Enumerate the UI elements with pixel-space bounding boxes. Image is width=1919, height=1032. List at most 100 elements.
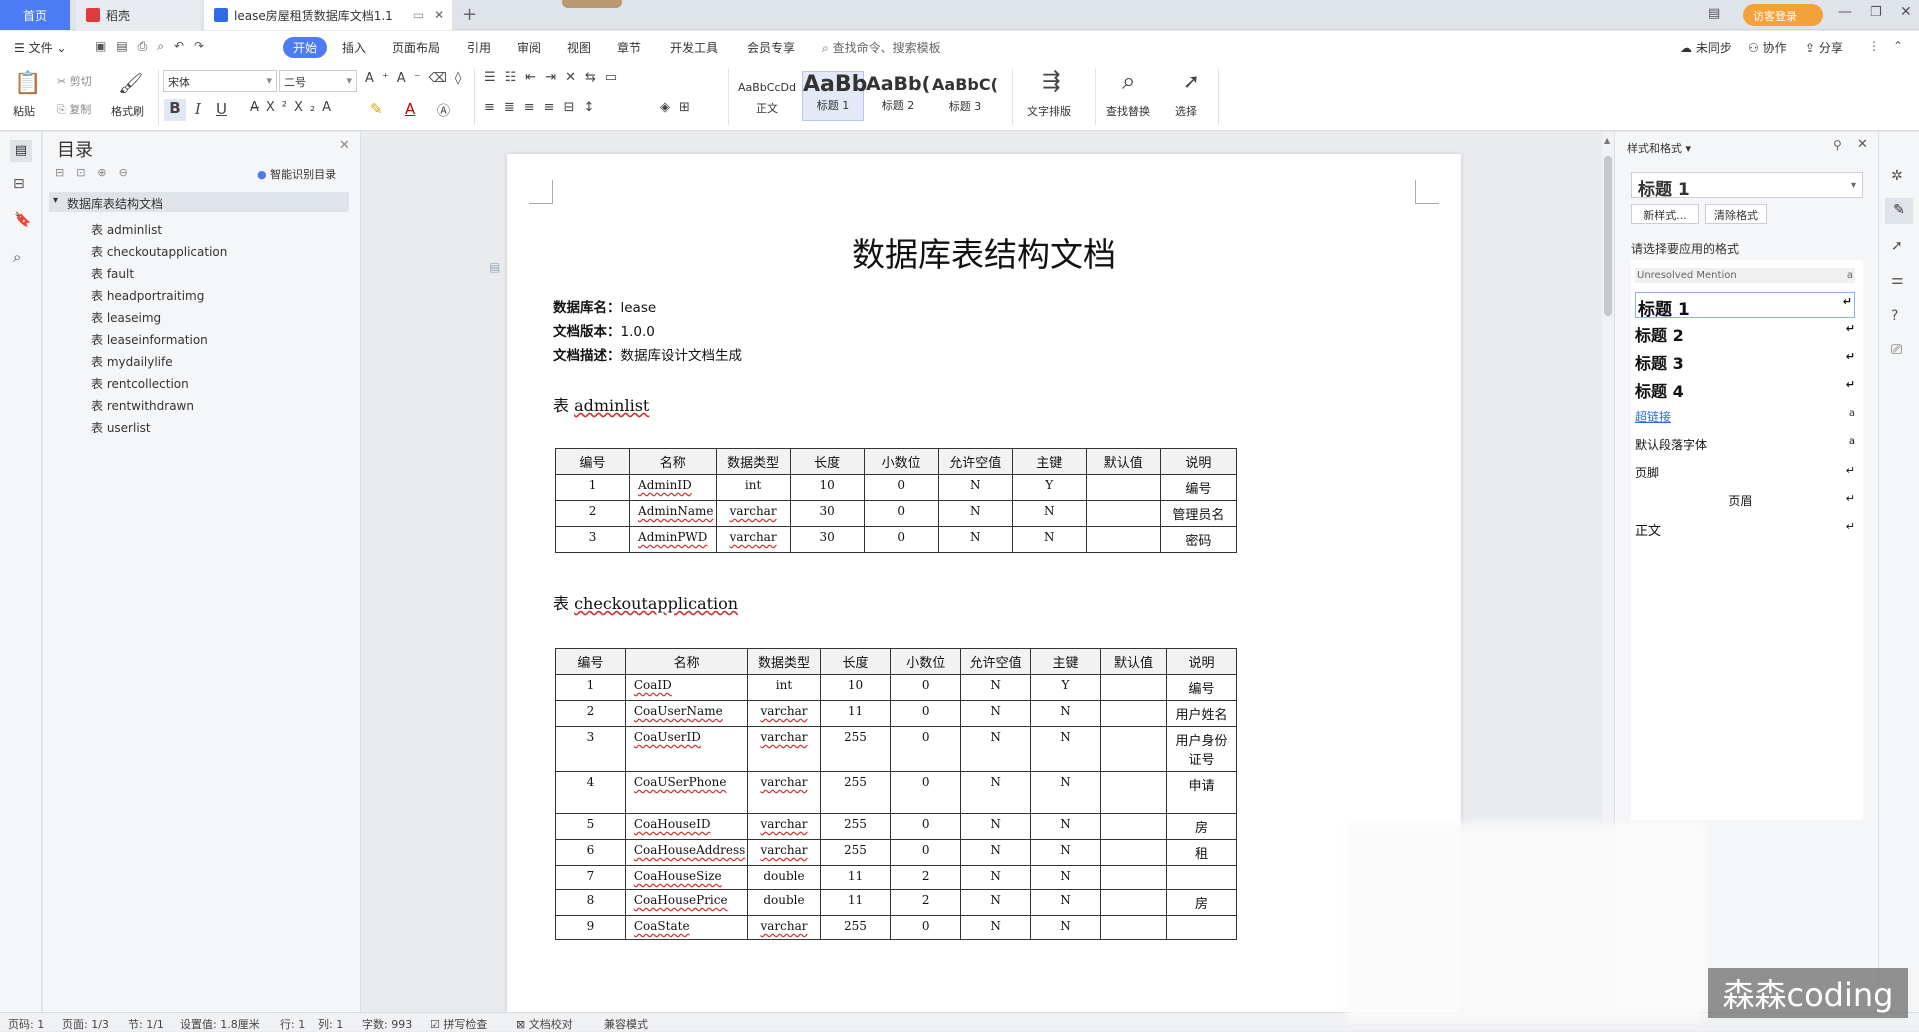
table-cell[interactable]: CoaHouseAddress [624, 839, 749, 866]
table-cell[interactable]: 管理员名 [1159, 500, 1238, 527]
table-cell[interactable]: int [747, 674, 821, 701]
table-cell[interactable] [1099, 865, 1168, 890]
scrollbar-thumb[interactable] [1604, 156, 1612, 316]
table-cell[interactable]: N [960, 865, 1032, 890]
paragraph-handle-icon[interactable]: ▤ [489, 260, 500, 274]
restore-icon[interactable]: ❐ [1870, 5, 1882, 20]
copy-button[interactable]: ⎘ 复制 [57, 101, 91, 117]
table-cell[interactable]: N [937, 500, 1013, 527]
search-icon[interactable]: ⌕ [13, 248, 21, 266]
table-cell[interactable]: N [960, 771, 1032, 814]
backup-icon[interactable]: ⎚ [1891, 342, 1902, 358]
tab-developer[interactable]: 开发工具 [670, 39, 718, 56]
cursor-icon[interactable]: ➚ [1183, 69, 1200, 93]
table-cell[interactable]: 4 [555, 771, 626, 814]
table-cell[interactable]: double [747, 889, 821, 916]
table-cell[interactable]: CoaID [624, 674, 749, 701]
current-style-select[interactable]: 标题 1 ▾ [1631, 172, 1863, 200]
tab-daoke[interactable]: 稻壳 [76, 0, 201, 30]
toc-root-item[interactable]: ▾ 数据库表结构文档 [49, 192, 349, 212]
table-cell[interactable]: 2 [555, 700, 626, 727]
table-cell[interactable]: 8 [555, 889, 626, 916]
close-icon[interactable]: ✕ [1857, 137, 1868, 152]
table-cell[interactable]: 0 [890, 813, 962, 840]
find-replace-button[interactable]: 查找替换 [1106, 103, 1150, 119]
table-cell[interactable]: CoaUSerPhone [624, 771, 749, 814]
style-item[interactable]: 页眉 ↵ [1635, 492, 1855, 509]
table-cell[interactable]: varchar [715, 526, 791, 553]
char-border-icon[interactable]: Ⓐ [437, 100, 450, 119]
table-cell[interactable]: N [1030, 839, 1101, 866]
style-item[interactable]: 标题 3 ↵ [1635, 350, 1855, 374]
styles-panel-title[interactable]: 样式和格式 ▾ [1627, 140, 1691, 156]
table-cell[interactable]: N [1030, 700, 1101, 727]
table-cell[interactable]: 0 [863, 500, 939, 527]
table-cell[interactable]: 0 [890, 839, 962, 866]
table-cell[interactable]: 2 [890, 865, 962, 890]
table-cell[interactable]: 9 [555, 915, 626, 940]
table-cell[interactable]: 255 [819, 771, 892, 814]
collab-button[interactable]: ⚇ 协作 [1748, 39, 1787, 56]
toc-item[interactable]: 表 headportraitimg [91, 287, 204, 304]
style-heading2[interactable]: AaBb(标题 2 [866, 71, 930, 121]
file-menu[interactable]: ☰ 文件 ⌄ [14, 39, 66, 56]
sync-status[interactable]: ☁ 未同步 [1680, 39, 1732, 56]
shading-border-icons[interactable]: ◈⊞ [660, 100, 699, 115]
toc-item[interactable]: 表 fault [91, 265, 134, 282]
style-heading3[interactable]: AaBbC(标题 3 [932, 71, 998, 121]
table-cell[interactable] [1166, 915, 1237, 940]
smart-toc-button[interactable]: ● 智能识别目录 [257, 166, 336, 182]
table-cell[interactable]: CoaHousePrice [624, 889, 749, 916]
table-cell[interactable]: N [937, 526, 1013, 553]
minimize-icon[interactable]: — [1838, 4, 1852, 20]
table-cell[interactable]: varchar [747, 813, 821, 840]
table-cell[interactable] [1099, 889, 1168, 916]
close-window-icon[interactable]: ✕ [1900, 4, 1912, 20]
toc-item[interactable]: 表 rentwithdrawn [91, 397, 194, 414]
table-cell[interactable]: Y [1011, 474, 1087, 501]
underline-button[interactable]: U [216, 100, 227, 118]
toc-item[interactable]: 表 leaseimg [91, 309, 161, 326]
style-tool-icon[interactable]: ✲ [1891, 168, 1903, 184]
table-cell[interactable]: N [960, 889, 1032, 916]
table-cell[interactable]: 1 [554, 474, 631, 501]
table-cell[interactable]: AdminID [629, 474, 717, 501]
tab-view[interactable]: 视图 [567, 39, 591, 56]
table-cell[interactable]: N [960, 700, 1032, 727]
select-pointer-icon[interactable]: ➚ [1891, 238, 1903, 254]
table-cell[interactable] [1085, 474, 1161, 501]
style-normal[interactable]: AaBbCcDd 正文 [734, 71, 800, 121]
table-cell[interactable]: 2 [554, 500, 631, 527]
table-cell[interactable]: 0 [890, 674, 962, 701]
document-page[interactable]: 数据库表结构文档 数据库名：lease 文档版本：1.0.0 文档描述：数据库设… [507, 154, 1461, 1012]
bold-button[interactable]: B [164, 99, 186, 121]
table-cell[interactable]: N [960, 674, 1032, 701]
table-cell[interactable]: N [1030, 865, 1101, 890]
close-icon[interactable]: ✕ [339, 138, 350, 153]
toc-item[interactable]: 表 userlist [91, 419, 151, 436]
table-cell[interactable]: varchar [747, 700, 821, 727]
table-cell[interactable]: 11 [819, 889, 892, 916]
table-cell[interactable]: 10 [819, 674, 892, 701]
toc-panel-icon[interactable]: ▤ [10, 140, 32, 162]
table-cell[interactable]: N [960, 839, 1032, 866]
table-cell[interactable]: varchar [747, 839, 821, 866]
table-cell[interactable]: Y [1030, 674, 1101, 701]
new-style-button[interactable]: 新样式... [1631, 204, 1699, 224]
tab-start[interactable]: 开始 [283, 37, 328, 58]
table-cell[interactable]: 0 [890, 700, 962, 727]
table-cell[interactable] [1085, 500, 1161, 527]
tab-member[interactable]: 会员专享 [747, 39, 795, 56]
table-cell[interactable]: 用户姓名 [1166, 700, 1237, 727]
spell-check-toggle[interactable]: ☑ 拼写检查 [430, 1016, 487, 1032]
table-cell[interactable] [1099, 839, 1168, 866]
style-item[interactable]: 正文 ↵ [1635, 520, 1855, 539]
table-cell[interactable]: 0 [890, 726, 962, 772]
table-cell[interactable]: N [1030, 915, 1101, 940]
table-cell[interactable]: 密码 [1159, 526, 1238, 553]
table-cell[interactable]: 5 [555, 813, 626, 840]
table-cell[interactable]: 编号 [1159, 474, 1238, 501]
table-cell[interactable]: 3 [555, 726, 626, 772]
table-cell[interactable]: 3 [554, 526, 631, 553]
new-tab-icon[interactable]: + [462, 4, 477, 25]
